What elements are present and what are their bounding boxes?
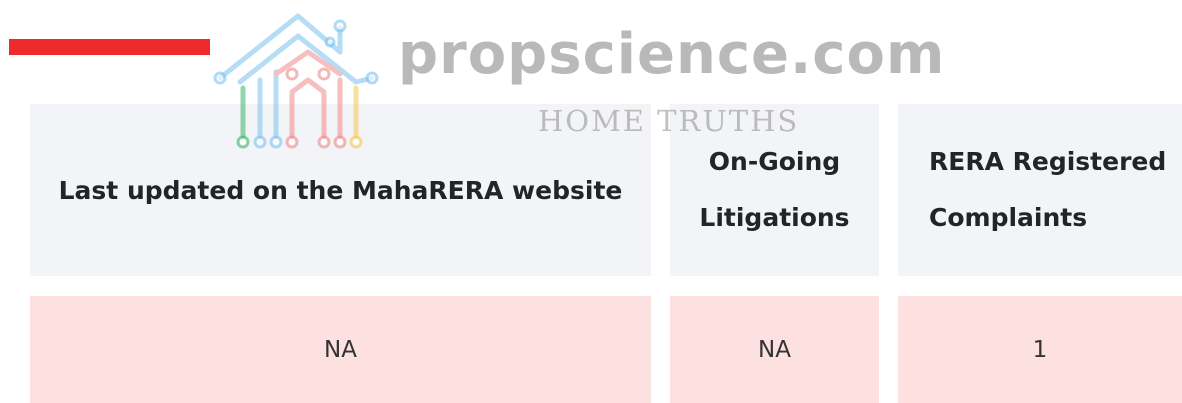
header-rera-complaints-label: RERA Registered Complaints <box>929 134 1166 246</box>
header-complaints-line-2: Complaints <box>929 203 1088 232</box>
header-last-updated: Last updated on the MahaRERA website <box>30 104 651 276</box>
header-rera-complaints: RERA Registered Complaints <box>898 104 1182 276</box>
value-ongoing-litigations-text: NA <box>758 336 791 363</box>
header-complaints-line-1: RERA Registered <box>929 147 1167 176</box>
value-ongoing-litigations: NA <box>670 296 879 403</box>
header-last-updated-label: Last updated on the MahaRERA website <box>58 175 623 205</box>
value-last-updated: NA <box>30 296 651 403</box>
brand-accent-bar <box>9 39 210 55</box>
value-rera-complaints-text: 1 <box>1032 336 1048 363</box>
value-last-updated-text: NA <box>324 336 357 363</box>
header-litigations-line-1: On-Going <box>708 147 841 176</box>
header-ongoing-litigations: On-Going Litigations <box>670 104 879 276</box>
brand-name: propscience.com <box>398 22 946 87</box>
header-ongoing-litigations-label: On-Going Litigations <box>699 134 849 246</box>
header-litigations-line-2: Litigations <box>699 203 850 232</box>
value-rera-complaints: 1 <box>898 296 1182 403</box>
